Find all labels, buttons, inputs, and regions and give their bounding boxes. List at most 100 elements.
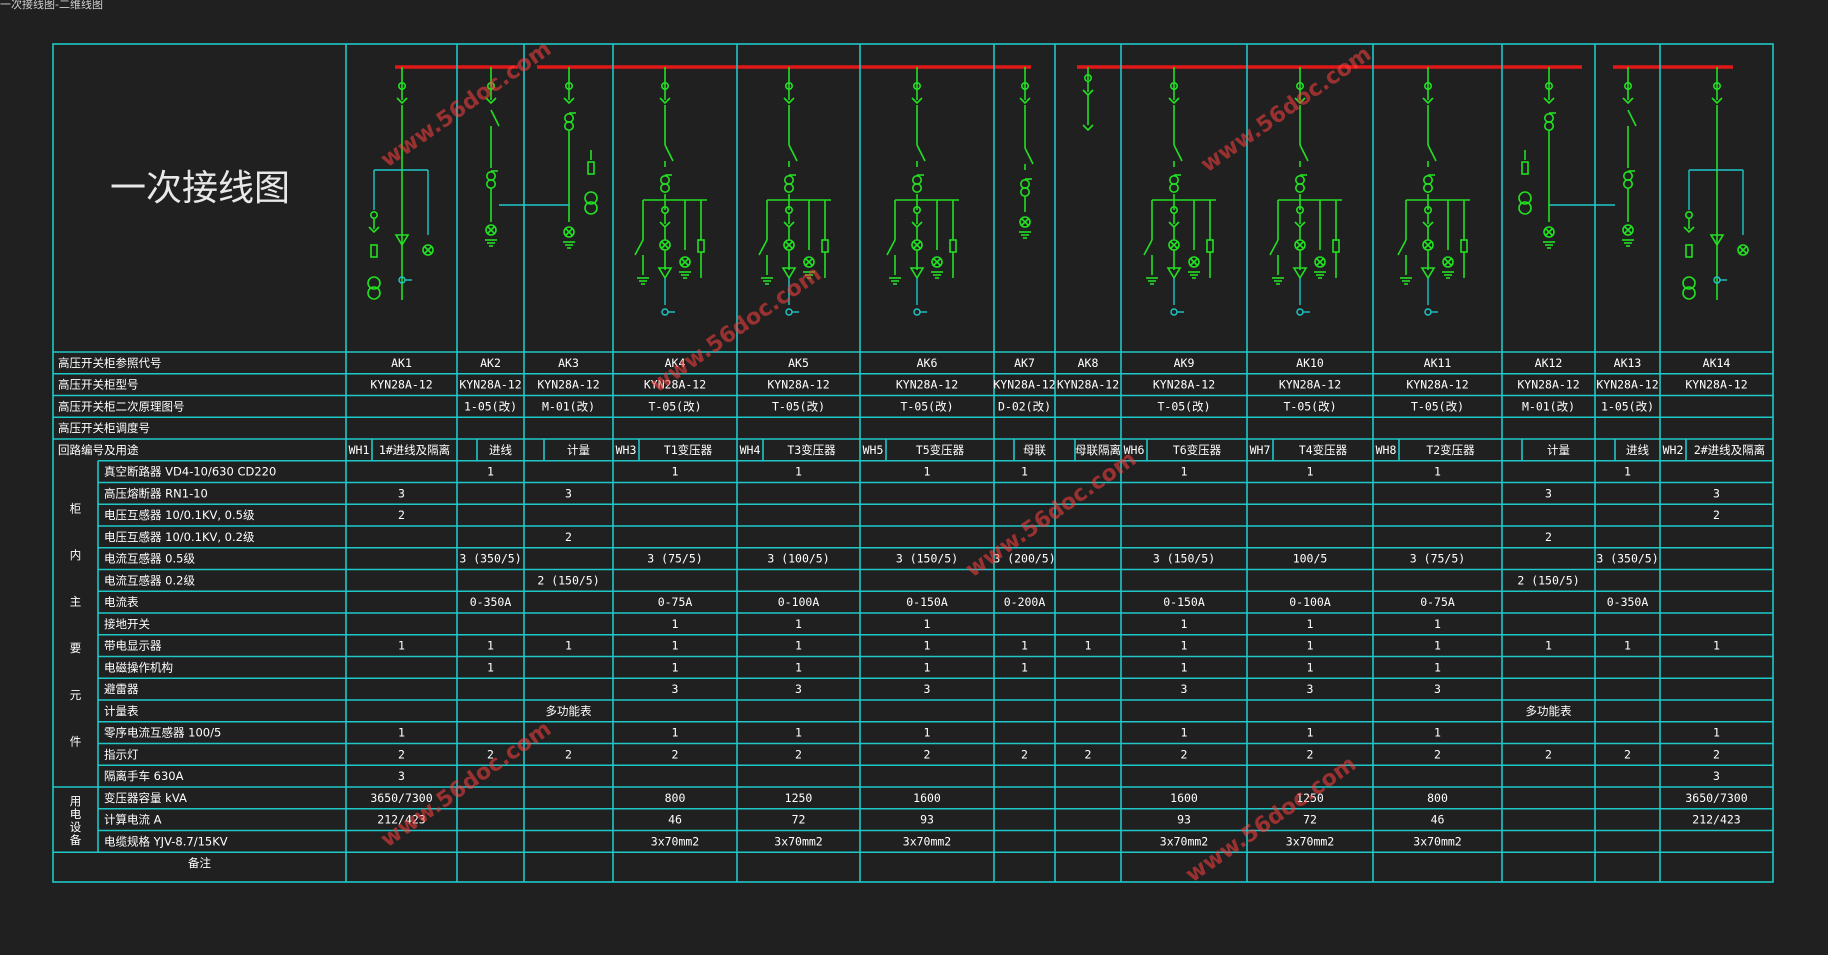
table-cell: 3 xyxy=(398,769,405,783)
table-cell: 2 xyxy=(924,747,931,761)
table-cell: 计量 xyxy=(567,443,590,457)
fuse-icon xyxy=(370,244,378,258)
table-cell: AK11 xyxy=(1424,356,1452,370)
table-cell: 1 xyxy=(1307,660,1314,674)
table-cell: 3x70mm2 xyxy=(1286,834,1334,848)
table-cell: 1 xyxy=(672,465,679,479)
cable-end-icon xyxy=(1424,308,1432,316)
table-cell: 1600 xyxy=(1170,791,1198,805)
current-transformer-icon xyxy=(659,175,670,186)
table-cell: 2 xyxy=(1713,747,1720,761)
table-cell: 3x70mm2 xyxy=(903,834,951,848)
table-cell: 2 xyxy=(1624,747,1631,761)
table-cell: 1 xyxy=(1307,726,1314,740)
table-cell: 进线 xyxy=(1626,443,1649,457)
circuit-code: WH4 xyxy=(740,443,761,457)
table-cell: 2 xyxy=(1181,747,1188,761)
contact-chevron-icon xyxy=(1082,124,1094,132)
table-cell: 2 xyxy=(398,747,405,761)
table-cell: 0-100A xyxy=(1289,595,1331,609)
table-cell: 3 (75/5) xyxy=(647,552,702,566)
table-cell: 1250 xyxy=(785,791,813,805)
table-cell: 1600 xyxy=(913,791,941,805)
row-label: 高压开关柜型号 xyxy=(58,378,139,392)
table-cell: T4变压器 xyxy=(1299,443,1348,457)
table-cell: 1 xyxy=(672,726,679,740)
table-cell: 3 xyxy=(1713,486,1720,500)
table-cell: KYN28A-12 xyxy=(1685,378,1747,392)
table-cell: 1 xyxy=(1434,617,1441,631)
table-cell: 1 xyxy=(1624,465,1631,479)
table-cell: 93 xyxy=(920,813,934,827)
table-cell: 1 xyxy=(1181,465,1188,479)
table-cell: 1 xyxy=(1181,726,1188,740)
table-cell: AK14 xyxy=(1703,356,1731,370)
table-cell: 3 (350/5) xyxy=(1596,552,1658,566)
row-label: 零序电流互感器 100/5 xyxy=(104,726,221,740)
table-cell: 2 xyxy=(565,530,572,544)
fuse-icon xyxy=(1332,239,1340,253)
watermarks: www.56doc.comwww.56doc.comwww.56doc.comw… xyxy=(376,37,1376,888)
table-cell: 1 xyxy=(1307,617,1314,631)
current-transformer-icon xyxy=(1423,183,1434,194)
fuse-icon xyxy=(1206,239,1214,253)
fuse-icon xyxy=(697,239,705,253)
outer-frame xyxy=(52,43,1774,883)
table-cell: AK5 xyxy=(788,356,809,370)
table-cell: 多功能表 xyxy=(546,704,592,718)
table-cell: T3变压器 xyxy=(787,443,836,457)
table-cell: 2 xyxy=(1434,747,1441,761)
side-labels: 柜内主要元件用电设备 xyxy=(70,501,82,847)
table-cell: KYN28A-12 xyxy=(1057,378,1119,392)
table-cell: 1 xyxy=(487,660,494,674)
table-cell: 1 xyxy=(924,726,931,740)
current-transformer-icon xyxy=(911,183,922,194)
row-label: 电缆规格 YJV-8.7/15KV xyxy=(104,834,228,848)
table-cell: 3 xyxy=(1545,486,1552,500)
side-label-equipment: 设 xyxy=(70,820,82,834)
table-cell: KYN28A-12 xyxy=(1517,378,1579,392)
cable-end-icon xyxy=(785,308,793,316)
breaker-icon xyxy=(1299,144,1309,162)
current-transformer-icon xyxy=(1623,179,1634,190)
schematic-area xyxy=(367,65,1749,316)
row-label: 高压开关柜参照代号 xyxy=(58,356,162,370)
table-cell: 1-05(改) xyxy=(1601,399,1654,413)
table-cell: KYN28A-12 xyxy=(370,378,432,392)
current-transformer-icon xyxy=(1169,183,1180,194)
table-cell: 800 xyxy=(1427,791,1448,805)
table-cell: 1 xyxy=(924,465,931,479)
current-transformer-icon xyxy=(1295,183,1306,194)
current-transformer-icon xyxy=(1544,121,1555,132)
current-transformer-icon xyxy=(783,183,794,194)
breaker-icon xyxy=(916,144,926,162)
table-cell: 多功能表 xyxy=(1526,704,1572,718)
table-cell: 1 xyxy=(672,617,679,631)
table-cell: D-02(改) xyxy=(998,399,1051,413)
row-label: 电流表 xyxy=(104,595,139,609)
table-cell: 1 xyxy=(795,726,802,740)
earthing-switch-icon xyxy=(1269,239,1279,256)
table-cell: 1 xyxy=(1021,465,1028,479)
table-cell: 2 xyxy=(565,747,572,761)
fuse-icon xyxy=(587,161,595,175)
row-label: 电磁操作机构 xyxy=(104,660,173,674)
row-label: 高压开关柜二次原理图号 xyxy=(58,399,185,413)
table-cell: M-01(改) xyxy=(1522,399,1575,413)
table-cell: 1 xyxy=(1434,639,1441,653)
circuit-code: WH2 xyxy=(1663,443,1684,457)
table-cell: 2 xyxy=(795,747,802,761)
table-cell: 1 xyxy=(565,639,572,653)
table-cell: 2 xyxy=(1713,508,1720,522)
table-cell: 3 (150/5) xyxy=(1153,552,1215,566)
side-label-equipment: 电 xyxy=(70,807,82,821)
table-cell: 1 xyxy=(1181,639,1188,653)
table-cell: 3x70mm2 xyxy=(651,834,699,848)
row-label: 计量表 xyxy=(104,704,139,718)
row-label: 接地开关 xyxy=(104,617,150,631)
circuit-code: WH3 xyxy=(616,443,637,457)
table-cell: 1#进线及隔离 xyxy=(379,443,450,457)
table-cell: 2 xyxy=(398,508,405,522)
table-cell: 2 xyxy=(1545,530,1552,544)
cable-end-icon xyxy=(913,308,921,316)
